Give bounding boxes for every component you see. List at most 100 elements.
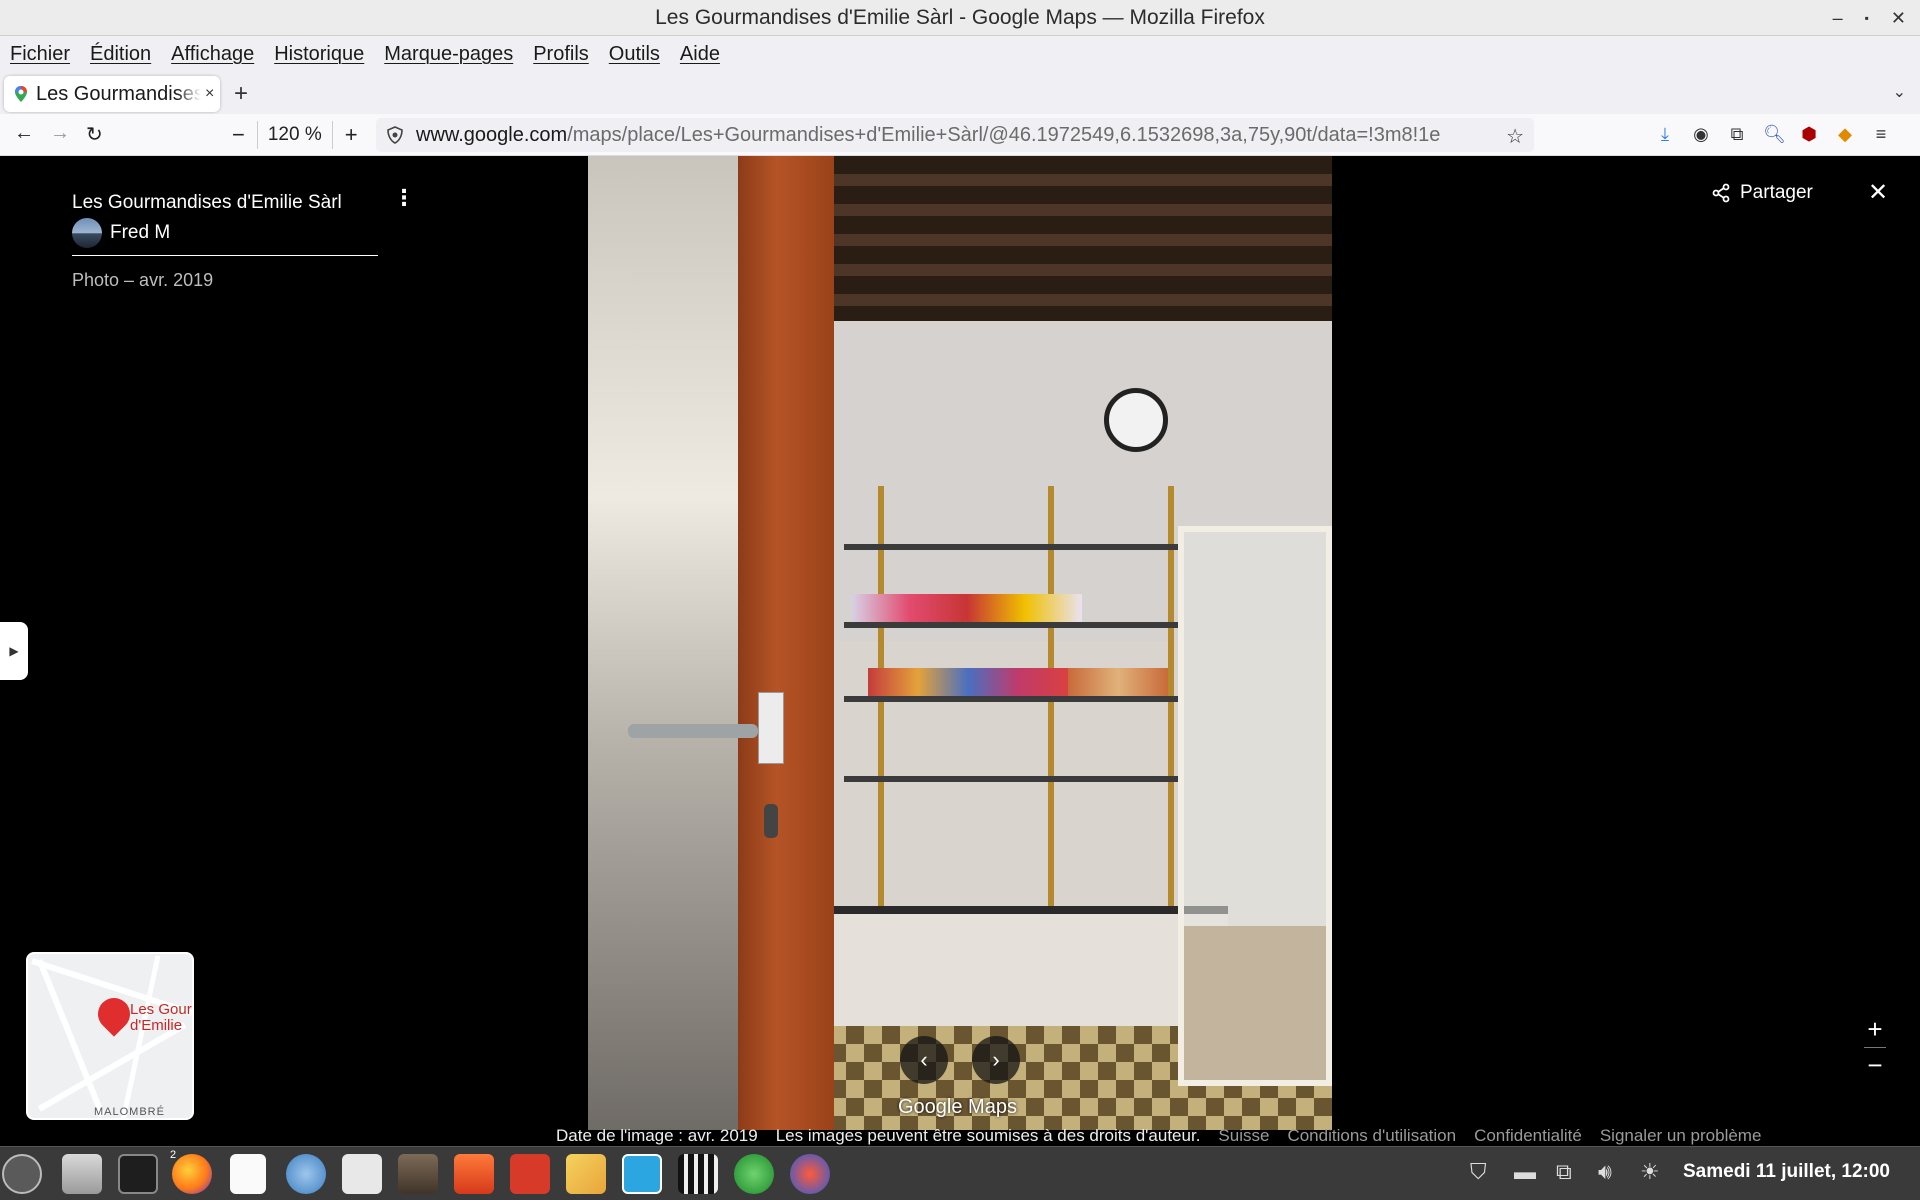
shop-interior-photo[interactable]: [588, 156, 1332, 1130]
extensions-icon[interactable]: ⧉: [1727, 124, 1747, 145]
chevron-right-icon: ›: [992, 1047, 1000, 1072]
menu-historique[interactable]: Historique: [274, 43, 364, 66]
next-photo-button[interactable]: ›: [972, 1036, 1020, 1084]
reload-icon[interactable]: ↻: [86, 122, 103, 147]
zoom-level[interactable]: 120 %: [256, 121, 333, 149]
map-area-label: MALOMBRÉ: [94, 1106, 165, 1118]
forward-arrow-icon[interactable]: →: [50, 122, 70, 145]
notification-extension-icon[interactable]: ◆: [1835, 124, 1855, 145]
previous-photo-button[interactable]: ‹: [900, 1036, 948, 1084]
menu-profils[interactable]: Profils: [533, 43, 589, 66]
tab-list-chevron-icon[interactable]: ⌄: [1893, 82, 1906, 102]
maps-pin-icon: [15, 86, 27, 102]
account-icon[interactable]: ◉: [1691, 124, 1711, 145]
photo-window-area: [588, 156, 738, 1130]
photo-author[interactable]: Fred M: [72, 218, 170, 248]
author-name: Fred M: [110, 222, 171, 243]
url-text[interactable]: www.google.com/maps/place/Les+Gourmandis…: [416, 124, 1440, 147]
caret-right-icon: ▶: [9, 644, 19, 658]
photo-door-plate: [758, 692, 784, 764]
menu-aide[interactable]: Aide: [680, 43, 720, 66]
qr-code-icon[interactable]: [510, 1154, 550, 1194]
menu-outils[interactable]: Outils: [609, 43, 660, 66]
downloads-icon[interactable]: ⤓: [1655, 124, 1675, 145]
ublock-icon[interactable]: ⬢: [1799, 124, 1819, 145]
photo-door-handle: [628, 724, 758, 738]
hamburger-menu-icon[interactable]: ≡: [1871, 124, 1891, 145]
viewer-zoom-out-button[interactable]: −: [1867, 1050, 1882, 1081]
expand-panel-button[interactable]: ▶: [0, 622, 28, 680]
url-path: /maps/place/Les+Gourmandises+d'Emilie+Sà…: [567, 123, 1441, 146]
divider: [1864, 1047, 1886, 1048]
viewer-zoom-in-button[interactable]: +: [1867, 1014, 1882, 1045]
tracking-shield-icon[interactable]: [386, 126, 404, 144]
map-pin-label: Les Gour d'Emilie: [130, 1002, 192, 1034]
menu-edition[interactable]: Édition: [90, 43, 151, 66]
tab-google-maps[interactable]: Les Gourmandises d'Emilie Sàrl - Google …: [4, 76, 220, 112]
photo-candy-goods: [868, 668, 1068, 696]
image-date: Date de l'image : avr. 2019: [556, 1126, 758, 1145]
text-editor-icon[interactable]: [230, 1154, 266, 1194]
file-manager-icon[interactable]: [62, 1154, 102, 1194]
copyright-notice: Les images peuvent être soumises à des d…: [775, 1126, 1201, 1145]
map-road: [37, 1022, 187, 1112]
shield-icon[interactable]: ⛉: [1470, 1159, 1487, 1185]
navigation-bar: ← → ↻ − 120 % + www.google.com/maps/plac…: [0, 114, 1920, 156]
tab-strip: Les Gourmandises d'Emilie Sàrl - Google …: [0, 72, 1920, 114]
bookmark-star-icon[interactable]: ☆: [1502, 124, 1524, 149]
pin-label-line: Les Gour: [130, 1001, 192, 1018]
url-host: www.google.com: [416, 123, 568, 146]
window-titlebar: Les Gourmandises d'Emilie Sàrl - Google …: [0, 0, 1920, 36]
gimp-icon[interactable]: [398, 1154, 438, 1194]
photo-candy-goods: [852, 594, 1082, 622]
menu-marque-pages[interactable]: Marque-pages: [384, 43, 513, 66]
maximize-button[interactable]: ▪: [1865, 11, 1869, 25]
mini-map[interactable]: Les Gour d'Emilie MALOMBRÉ: [26, 952, 194, 1120]
system-clock[interactable]: Samedi 11 juillet, 12:00: [1683, 1161, 1890, 1183]
audio-editor-icon[interactable]: [790, 1154, 830, 1194]
software-app-icon[interactable]: [286, 1154, 326, 1194]
zoom-in-button[interactable]: +: [345, 122, 358, 148]
mint-menu-icon[interactable]: [2, 1154, 42, 1194]
keyboard-icon[interactable]: ▬: [1514, 1159, 1536, 1185]
share-icon: [1712, 183, 1730, 203]
footer-link-terms[interactable]: Conditions d'utilisation: [1287, 1126, 1456, 1146]
back-arrow-icon[interactable]: ←: [14, 122, 34, 145]
viewer-zoom-controls: + −: [1864, 1014, 1886, 1081]
photo-candy-goods: [1068, 668, 1168, 696]
download-manager-icon[interactable]: [454, 1154, 494, 1194]
terminal-icon[interactable]: [118, 1154, 158, 1194]
volume-icon[interactable]: 🔊︎: [1598, 1159, 1612, 1185]
video-editor-icon[interactable]: [678, 1154, 718, 1194]
tab-close-icon[interactable]: ×: [205, 85, 214, 103]
minimize-button[interactable]: –: [1833, 8, 1843, 29]
network-icon[interactable]: ⧉: [1556, 1159, 1572, 1185]
photo-shelf: [844, 544, 1184, 550]
brightness-icon[interactable]: ☀: [1640, 1159, 1660, 1185]
menu-fichier[interactable]: Fichier: [10, 43, 70, 66]
close-viewer-icon[interactable]: ✕: [1868, 178, 1888, 207]
maps-photo-viewer: Les Gourmandises d'Emilie Sàrl ⋮ Fred M …: [0, 156, 1920, 1146]
url-bar[interactable]: www.google.com/maps/place/Les+Gourmandis…: [376, 118, 1534, 152]
close-window-button[interactable]: ✕: [1891, 8, 1906, 29]
photo-shelf: [844, 696, 1184, 702]
firefox-window-count-badge: 2: [170, 1149, 177, 1161]
cleaner-icon[interactable]: [566, 1154, 606, 1194]
footer-link-privacy[interactable]: Confidentialité: [1474, 1126, 1582, 1146]
zoom-out-button[interactable]: −: [232, 122, 245, 148]
sync-icon[interactable]: [622, 1154, 662, 1194]
photo-door-lock: [764, 804, 778, 838]
more-options-icon[interactable]: ⋮: [393, 187, 415, 209]
firefox-icon[interactable]: [172, 1154, 212, 1194]
place-title[interactable]: Les Gourmandises d'Emilie Sàrl: [72, 192, 342, 214]
search-extension-icon[interactable]: 🔍︎: [1763, 124, 1786, 145]
new-tab-button[interactable]: +: [234, 80, 248, 108]
footer-link-report[interactable]: Signaler un problème: [1600, 1126, 1762, 1146]
google-maps-logo: Google Maps: [898, 1096, 1017, 1118]
character-map-icon[interactable]: [342, 1154, 382, 1194]
menu-affichage[interactable]: Affichage: [171, 43, 254, 66]
footer-link-country[interactable]: Suisse: [1218, 1126, 1269, 1146]
share-button[interactable]: Partager: [1712, 182, 1813, 204]
share-label: Partager: [1740, 182, 1813, 203]
pdf-tool-icon[interactable]: [734, 1154, 774, 1194]
